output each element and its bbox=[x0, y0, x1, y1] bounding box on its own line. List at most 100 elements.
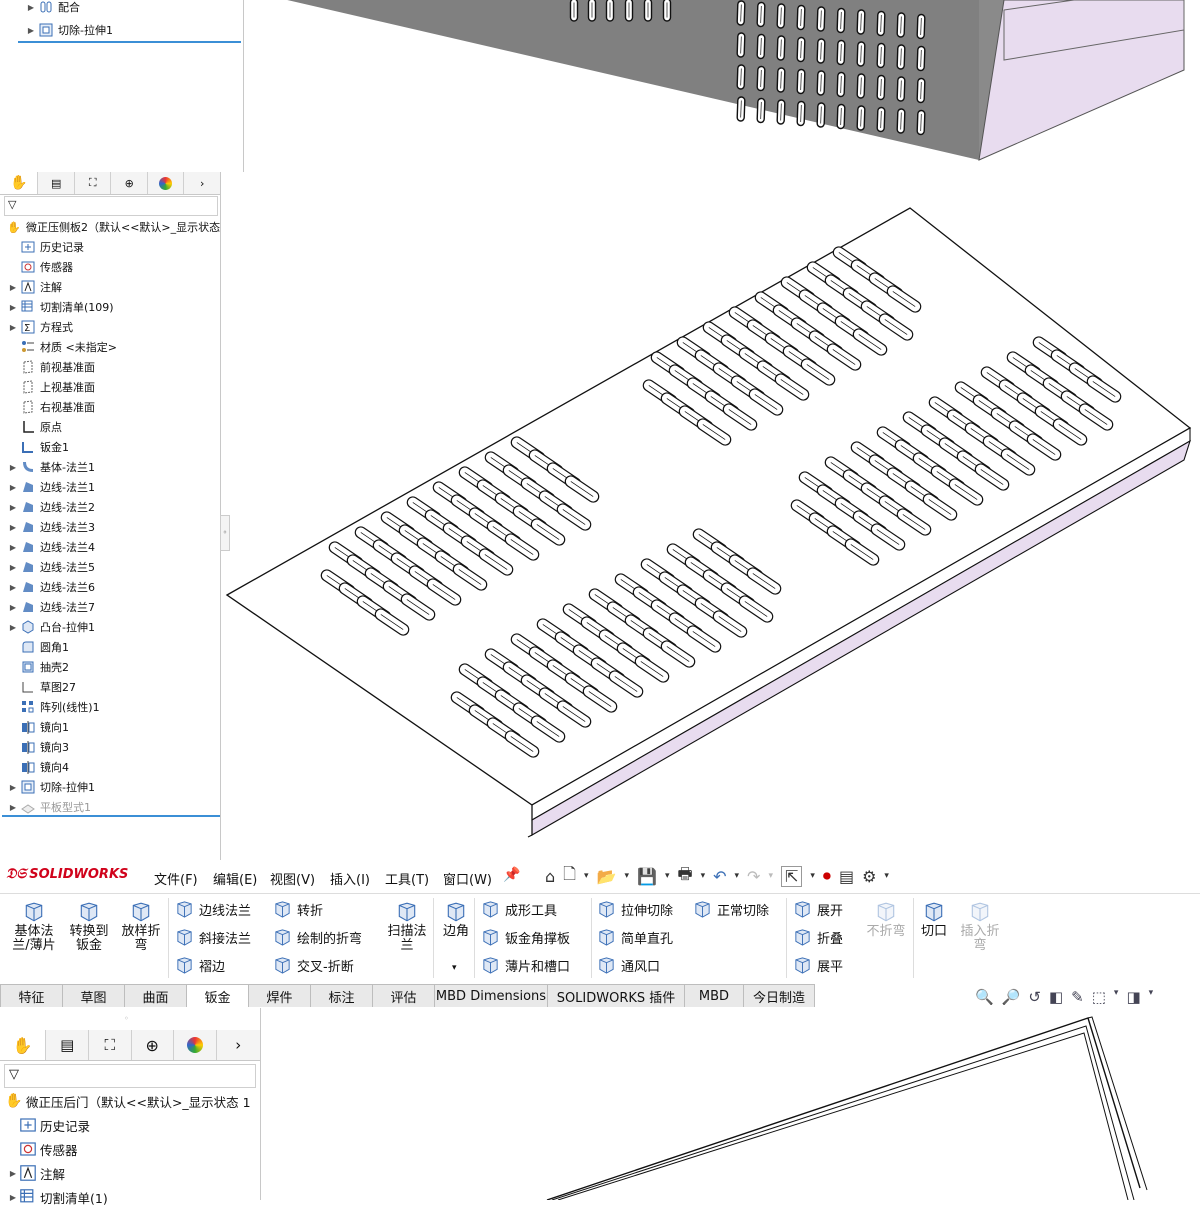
tree-item[interactable]: 前视基准面 bbox=[8, 357, 95, 377]
save-icon[interactable]: 💾 bbox=[637, 867, 657, 886]
home-icon[interactable]: ⌂ bbox=[545, 867, 555, 886]
rip-button[interactable]: 切口 bbox=[910, 901, 958, 939]
corner-button[interactable]: 边角 bbox=[432, 901, 480, 939]
dimxpert-tab[interactable]: ⊕ bbox=[132, 1030, 175, 1060]
dropdown-arrow-icon[interactable]: ▾ bbox=[584, 871, 589, 881]
tree-item[interactable]: ▶ 切割清单(109) bbox=[8, 297, 114, 317]
new-document-icon[interactable]: 🗋 bbox=[563, 863, 576, 890]
section-view-icon[interactable]: ◧ bbox=[1049, 988, 1063, 1006]
forming-tool-button[interactable]: 成形工具 bbox=[480, 899, 557, 919]
tab-item[interactable]: MBD bbox=[684, 984, 744, 1007]
menu-item[interactable]: 视图(V) bbox=[270, 869, 315, 888]
menu-item[interactable]: 文件(F) bbox=[154, 869, 198, 888]
expand-arrow-icon[interactable]: ▶ bbox=[8, 563, 18, 572]
tab-item[interactable]: 曲面 bbox=[124, 984, 187, 1007]
expand-arrow-icon[interactable]: ▶ bbox=[8, 603, 18, 612]
tree-item[interactable]: 钣金1 bbox=[8, 437, 69, 457]
previous-view-icon[interactable]: ↺ bbox=[1028, 988, 1041, 1006]
tree-item[interactable]: ▶ Σ 方程式 bbox=[8, 317, 73, 337]
expand-arrow-icon[interactable]: ▶ bbox=[8, 303, 18, 312]
expand-arrow-icon[interactable]: ▶ bbox=[8, 503, 18, 512]
expand-arrow-icon[interactable]: ▶ bbox=[8, 523, 18, 532]
tree-item[interactable]: ▶ 边线-法兰3 bbox=[8, 517, 95, 537]
select-pointer-icon[interactable]: ⇱ bbox=[780, 865, 803, 887]
tree-item[interactable]: 传感器 bbox=[8, 1138, 78, 1160]
dynamic-annotation-icon[interactable]: ✎ bbox=[1071, 988, 1084, 1006]
tree-root-part[interactable]: ✋ 微正压侧板2（默认<<默认>_显示状态 bbox=[4, 217, 220, 237]
lofted-bend-button[interactable]: 放样折 弯 bbox=[117, 901, 165, 953]
rebuild-traffic-light-icon[interactable]: ⏺ bbox=[823, 866, 831, 886]
tree-item[interactable]: ▶ 边线-法兰6 bbox=[8, 577, 95, 597]
menu-item[interactable]: 插入(I) bbox=[330, 869, 370, 888]
extruded-cut-button[interactable]: 拉伸切除 bbox=[596, 899, 673, 919]
corner-dropdown-arrow-icon[interactable]: ▾ bbox=[452, 963, 457, 973]
normal-cut-button[interactable]: 正常切除 bbox=[692, 899, 769, 919]
base-flange-button[interactable]: 基体法 兰/薄片 bbox=[10, 901, 58, 953]
menu-item[interactable]: 编辑(E) bbox=[213, 869, 257, 888]
dropdown-arrow-icon[interactable]: ▾ bbox=[701, 871, 706, 881]
tree-item[interactable]: 原点 bbox=[8, 417, 62, 437]
pin-icon[interactable]: 📌 bbox=[503, 867, 520, 883]
edge-flange-button[interactable]: 边线法兰 bbox=[174, 899, 251, 919]
flatten-button[interactable]: 展平 bbox=[792, 955, 843, 975]
tree-item[interactable]: ▶ 基体-法兰1 bbox=[8, 457, 95, 477]
feature-manager-tab[interactable]: ✋ bbox=[0, 1030, 47, 1060]
tree-item[interactable]: 阵列(线性)1 bbox=[8, 697, 100, 717]
tab-item[interactable]: 评估 bbox=[372, 984, 435, 1007]
tree-item[interactable]: ▶ 凸台-拉伸1 bbox=[8, 617, 95, 637]
hem-button[interactable]: 褶边 bbox=[174, 955, 225, 975]
tree-root-part[interactable]: ✋ 微正压后门（默认<<默认>_显示状态 1 bbox=[4, 1090, 250, 1112]
tree-item[interactable]: ▶ 边线-法兰4 bbox=[8, 537, 95, 557]
no-bends-button[interactable]: 不折弯 bbox=[862, 901, 910, 939]
tab-item[interactable]: 焊件 bbox=[248, 984, 311, 1007]
simple-hole-button[interactable]: 简单直孔 bbox=[596, 927, 673, 947]
dropdown-arrow-icon[interactable]: ▾ bbox=[768, 871, 773, 881]
display-manager-tab[interactable] bbox=[174, 1030, 217, 1060]
tree-item-cut-extrude[interactable]: ▶ 切除-拉伸1 bbox=[26, 20, 113, 40]
tree-item[interactable]: 镜向1 bbox=[8, 717, 69, 737]
tree-item[interactable]: 上视基准面 bbox=[8, 377, 95, 397]
tree-item[interactable]: ▶ 注解 bbox=[8, 1162, 65, 1184]
expand-arrow-icon[interactable]: ▶ bbox=[8, 583, 18, 592]
tree-item[interactable]: ▶ 平板型式1 bbox=[8, 797, 91, 817]
menu-item[interactable]: 工具(T) bbox=[385, 869, 429, 888]
swept-flange-button[interactable]: 扫描法 兰 bbox=[383, 901, 431, 953]
tab-item[interactable]: 草图 bbox=[62, 984, 125, 1007]
panel-grip-icon[interactable]: ◦ bbox=[124, 1014, 129, 1023]
filter-box[interactable]: ▽ bbox=[4, 196, 218, 216]
tab-item[interactable]: 钣金 bbox=[186, 984, 249, 1007]
dropdown-arrow-icon[interactable]: ▾ bbox=[624, 871, 629, 881]
expand-arrow-icon[interactable]: ▶ bbox=[8, 623, 18, 632]
expand-arrow-icon[interactable]: ▶ bbox=[8, 283, 18, 292]
display-style-icon[interactable]: ◨ bbox=[1126, 988, 1140, 1006]
tab-item[interactable]: 今日制造 bbox=[743, 984, 815, 1007]
tree-item[interactable]: ▶ 边线-法兰1 bbox=[8, 477, 95, 497]
expand-arrow-icon[interactable]: ▶ bbox=[8, 543, 18, 552]
tree-item[interactable]: 历史记录 bbox=[8, 1114, 90, 1136]
tree-item[interactable]: 历史记录 bbox=[8, 237, 84, 257]
print-icon[interactable]: 🖶 bbox=[677, 863, 692, 890]
cross-break-button[interactable]: 交叉-折断 bbox=[272, 955, 354, 975]
tab-item[interactable]: 特征 bbox=[0, 984, 63, 1007]
tab-item[interactable]: MBD Dimensions bbox=[434, 984, 548, 1007]
tree-item[interactable]: 材质 <未指定> bbox=[8, 337, 117, 357]
enclosure-model-view[interactable] bbox=[244, 0, 1200, 172]
undo-icon[interactable]: ↶ bbox=[713, 867, 726, 886]
tree-item[interactable]: 镜向4 bbox=[8, 757, 69, 777]
view-orientation-icon[interactable]: ⬚ bbox=[1092, 988, 1106, 1006]
tree-item[interactable]: 镜向3 bbox=[8, 737, 69, 757]
tree-item[interactable]: 圆角1 bbox=[8, 637, 69, 657]
configuration-manager-tab[interactable]: ⛶ bbox=[89, 1030, 132, 1060]
expand-arrow-icon[interactable]: ▶ bbox=[8, 803, 18, 812]
configuration-manager-tab[interactable]: ⛶ bbox=[75, 172, 112, 194]
dropdown-arrow-icon[interactable]: ▾ bbox=[735, 871, 740, 881]
tab-slot-button[interactable]: 薄片和槽口 bbox=[480, 955, 570, 975]
dropdown-arrow-icon[interactable]: ▾ bbox=[1114, 988, 1119, 1006]
rear-door-model-view[interactable] bbox=[262, 1008, 1200, 1200]
miter-flange-button[interactable]: 斜接法兰 bbox=[174, 927, 251, 947]
expand-arrow-icon[interactable]: ▶ bbox=[8, 1169, 18, 1178]
expand-arrow-icon[interactable]: ▶ bbox=[26, 3, 36, 12]
dimxpert-tab[interactable]: ⊕ bbox=[111, 172, 148, 194]
open-icon[interactable]: 📂 bbox=[597, 867, 617, 886]
tree-item[interactable]: ▶ 边线-法兰2 bbox=[8, 497, 95, 517]
